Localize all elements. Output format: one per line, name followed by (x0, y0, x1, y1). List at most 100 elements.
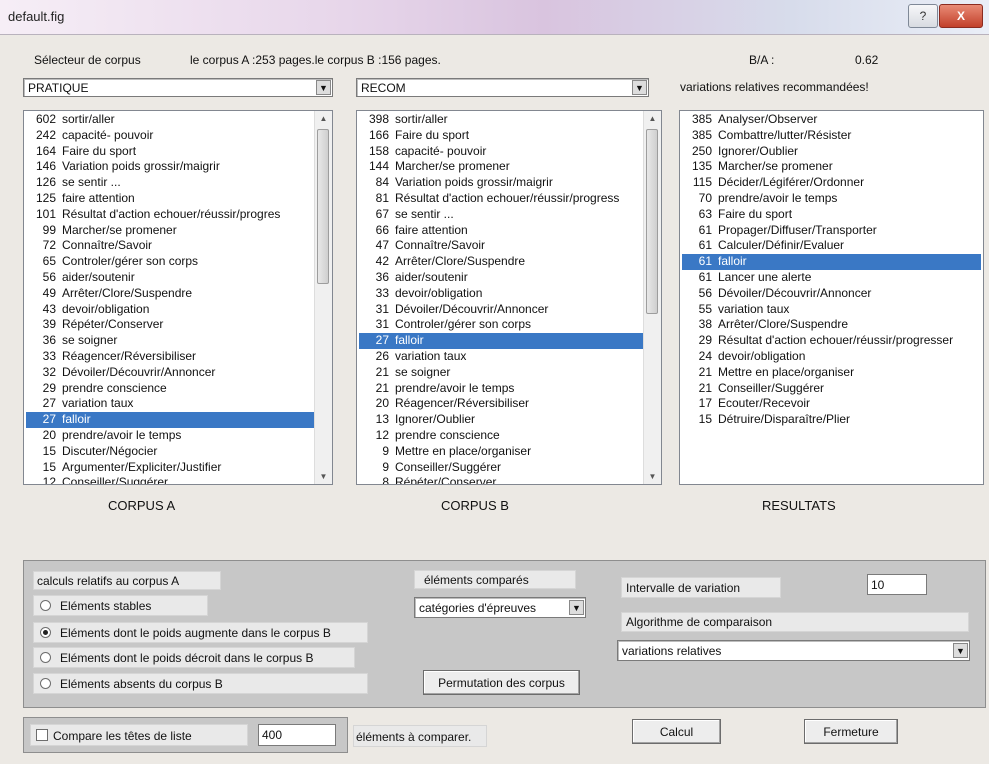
results-list[interactable]: 385 Analyser/Observer 385 Combattre/lutter/… (679, 110, 984, 485)
radio-increase[interactable] (40, 627, 51, 638)
help-button[interactable]: ? (908, 4, 938, 28)
list-item[interactable]: 49 Arrêter/Clore/Suspendre (26, 286, 314, 302)
chevron-down-icon[interactable]: ▼ (316, 80, 331, 95)
list-item[interactable]: 12 prendre conscience (359, 428, 643, 444)
list-item[interactable]: 13 Ignorer/Oublier (359, 412, 643, 428)
scroll-down-icon[interactable]: ▼ (315, 469, 332, 484)
compare-heads-field[interactable]: Compare les têtes de liste (30, 724, 248, 746)
list-item[interactable]: 31 Controler/gérer son corps (359, 317, 643, 333)
list-item[interactable]: 42 Arrêter/Clore/Suspendre (359, 254, 643, 270)
corpus-b-select[interactable]: RECOM ▼ (356, 78, 649, 97)
scrollbar-thumb[interactable] (317, 129, 329, 284)
list-item[interactable]: 158 capacité- pouvoir (359, 144, 643, 160)
radio-decrease[interactable] (40, 652, 51, 663)
list-item[interactable]: 63 Faire du sport (682, 207, 981, 223)
scroll-up-icon[interactable]: ▲ (644, 111, 661, 126)
list-item[interactable]: 115 Décider/Légiférer/Ordonner (682, 175, 981, 191)
chevron-down-icon[interactable]: ▼ (632, 80, 647, 95)
radio-stable[interactable] (40, 600, 51, 611)
corpus-a-select[interactable]: PRATIQUE ▼ (23, 78, 333, 97)
list-item[interactable]: 33 devoir/obligation (359, 286, 643, 302)
list-item[interactable]: 385 Analyser/Observer (682, 112, 981, 128)
scrollbar-thumb[interactable] (646, 129, 658, 314)
list-item[interactable]: 20 Réagencer/Réversibiliser (359, 396, 643, 412)
compare-heads-checkbox[interactable] (36, 729, 48, 741)
list-item[interactable]: 47 Connaître/Savoir (359, 238, 643, 254)
list-item[interactable]: 29 prendre conscience (26, 381, 314, 397)
list-item[interactable]: 27 falloir (359, 333, 643, 349)
radio-row-increase[interactable]: Eléments dont le poids augmente dans le … (33, 622, 368, 643)
corpus-a-list[interactable]: 602 sortir/aller 242 capacité- pouvoir 164 Fa… (23, 110, 333, 485)
count-input[interactable]: 400 (258, 724, 336, 746)
list-item[interactable]: 21 Mettre en place/organiser (682, 365, 981, 381)
list-item[interactable]: 385 Combattre/lutter/Résister (682, 128, 981, 144)
list-item[interactable]: 81 Résultat d'action echouer/réussir/prog… (359, 191, 643, 207)
list-item[interactable]: 99 Marcher/se promener (26, 223, 314, 239)
chevron-down-icon[interactable]: ▼ (953, 643, 968, 658)
list-item[interactable]: 164 Faire du sport (26, 144, 314, 160)
list-item[interactable]: 84 Variation poids grossir/maigrir (359, 175, 643, 191)
list-item[interactable]: 9 Mettre en place/organiser (359, 444, 643, 460)
list-item[interactable]: 32 Dévoiler/Découvrir/Annoncer (26, 365, 314, 381)
list-item[interactable]: 101 Résultat d'action echouer/réussir/pro… (26, 207, 314, 223)
list-item[interactable]: 70 prendre/avoir le temps (682, 191, 981, 207)
chevron-down-icon[interactable]: ▼ (569, 600, 584, 615)
permutation-button[interactable]: Permutation des corpus (423, 670, 580, 695)
compared-select[interactable]: catégories d'épreuves ▼ (414, 597, 586, 618)
list-item[interactable]: 144 Marcher/se promener (359, 159, 643, 175)
list-item[interactable]: 61 Lancer une alerte (682, 270, 981, 286)
radio-row-decrease[interactable]: Eléments dont le poids décroit dans le c… (33, 647, 355, 668)
close-button[interactable]: X (939, 4, 983, 28)
list-item[interactable]: 21 se soigner (359, 365, 643, 381)
algorithm-select[interactable]: variations relatives ▼ (617, 640, 970, 661)
corpus-b-scrollbar[interactable]: ▲ ▼ (643, 111, 661, 484)
list-item[interactable]: 66 faire attention (359, 223, 643, 239)
list-item[interactable]: 56 aider/soutenir (26, 270, 314, 286)
list-item[interactable]: 36 se soigner (26, 333, 314, 349)
list-item[interactable]: 15 Argumenter/Expliciter/Justifier (26, 460, 314, 476)
list-item[interactable]: 20 prendre/avoir le temps (26, 428, 314, 444)
list-item[interactable]: 398 sortir/aller (359, 112, 643, 128)
list-item[interactable]: 8 Répéter/Conserver (359, 475, 643, 484)
list-item[interactable]: 43 devoir/obligation (26, 302, 314, 318)
list-item[interactable]: 135 Marcher/se promener (682, 159, 981, 175)
list-item[interactable]: 67 se sentir ... (359, 207, 643, 223)
list-item[interactable]: 29 Résultat d'action echouer/réussir/prog… (682, 333, 981, 349)
list-item[interactable]: 166 Faire du sport (359, 128, 643, 144)
list-item[interactable]: 27 variation taux (26, 396, 314, 412)
list-item[interactable]: 39 Répéter/Conserver (26, 317, 314, 333)
list-item[interactable]: 125 faire attention (26, 191, 314, 207)
corpus-a-scrollbar[interactable]: ▲ ▼ (314, 111, 332, 484)
list-item[interactable]: 146 Variation poids grossir/maigrir (26, 159, 314, 175)
list-item[interactable]: 61 Calculer/Définir/Evaluer (682, 238, 981, 254)
list-item[interactable]: 31 Dévoiler/Découvrir/Annoncer (359, 302, 643, 318)
list-item[interactable]: 21 Conseiller/Suggérer (682, 381, 981, 397)
list-item[interactable]: 602 sortir/aller (26, 112, 314, 128)
list-item[interactable]: 56 Dévoiler/Découvrir/Annoncer (682, 286, 981, 302)
list-item[interactable]: 26 variation taux (359, 349, 643, 365)
close-window-button[interactable]: Fermeture (804, 719, 898, 744)
calc-button[interactable]: Calcul (632, 719, 721, 744)
scroll-down-icon[interactable]: ▼ (644, 469, 661, 484)
list-item[interactable]: 61 Propager/Diffuser/Transporter (682, 223, 981, 239)
list-item[interactable]: 15 Discuter/Négocier (26, 444, 314, 460)
list-item[interactable]: 61 falloir (682, 254, 981, 270)
list-item[interactable]: 126 se sentir ... (26, 175, 314, 191)
list-item[interactable]: 242 capacité- pouvoir (26, 128, 314, 144)
list-item[interactable]: 15 Détruire/Disparaître/Plier (682, 412, 981, 428)
list-item[interactable]: 65 Controler/gérer son corps (26, 254, 314, 270)
list-item[interactable]: 24 devoir/obligation (682, 349, 981, 365)
list-item[interactable]: 21 prendre/avoir le temps (359, 381, 643, 397)
list-item[interactable]: 12 Conseiller/Suggérer (26, 475, 314, 484)
corpus-b-list[interactable]: 398 sortir/aller 166 Faire du sport 158 capac… (356, 110, 662, 485)
radio-row-stable[interactable]: Eléments stables (33, 595, 208, 616)
list-item[interactable]: 55 variation taux (682, 302, 981, 318)
list-item[interactable]: 33 Réagencer/Réversibiliser (26, 349, 314, 365)
list-item[interactable]: 9 Conseiller/Suggérer (359, 460, 643, 476)
list-item[interactable]: 27 falloir (26, 412, 314, 428)
scroll-up-icon[interactable]: ▲ (315, 111, 332, 126)
list-item[interactable]: 17 Ecouter/Recevoir (682, 396, 981, 412)
list-item[interactable]: 38 Arrêter/Clore/Suspendre (682, 317, 981, 333)
radio-absent[interactable] (40, 678, 51, 689)
list-item[interactable]: 72 Connaître/Savoir (26, 238, 314, 254)
